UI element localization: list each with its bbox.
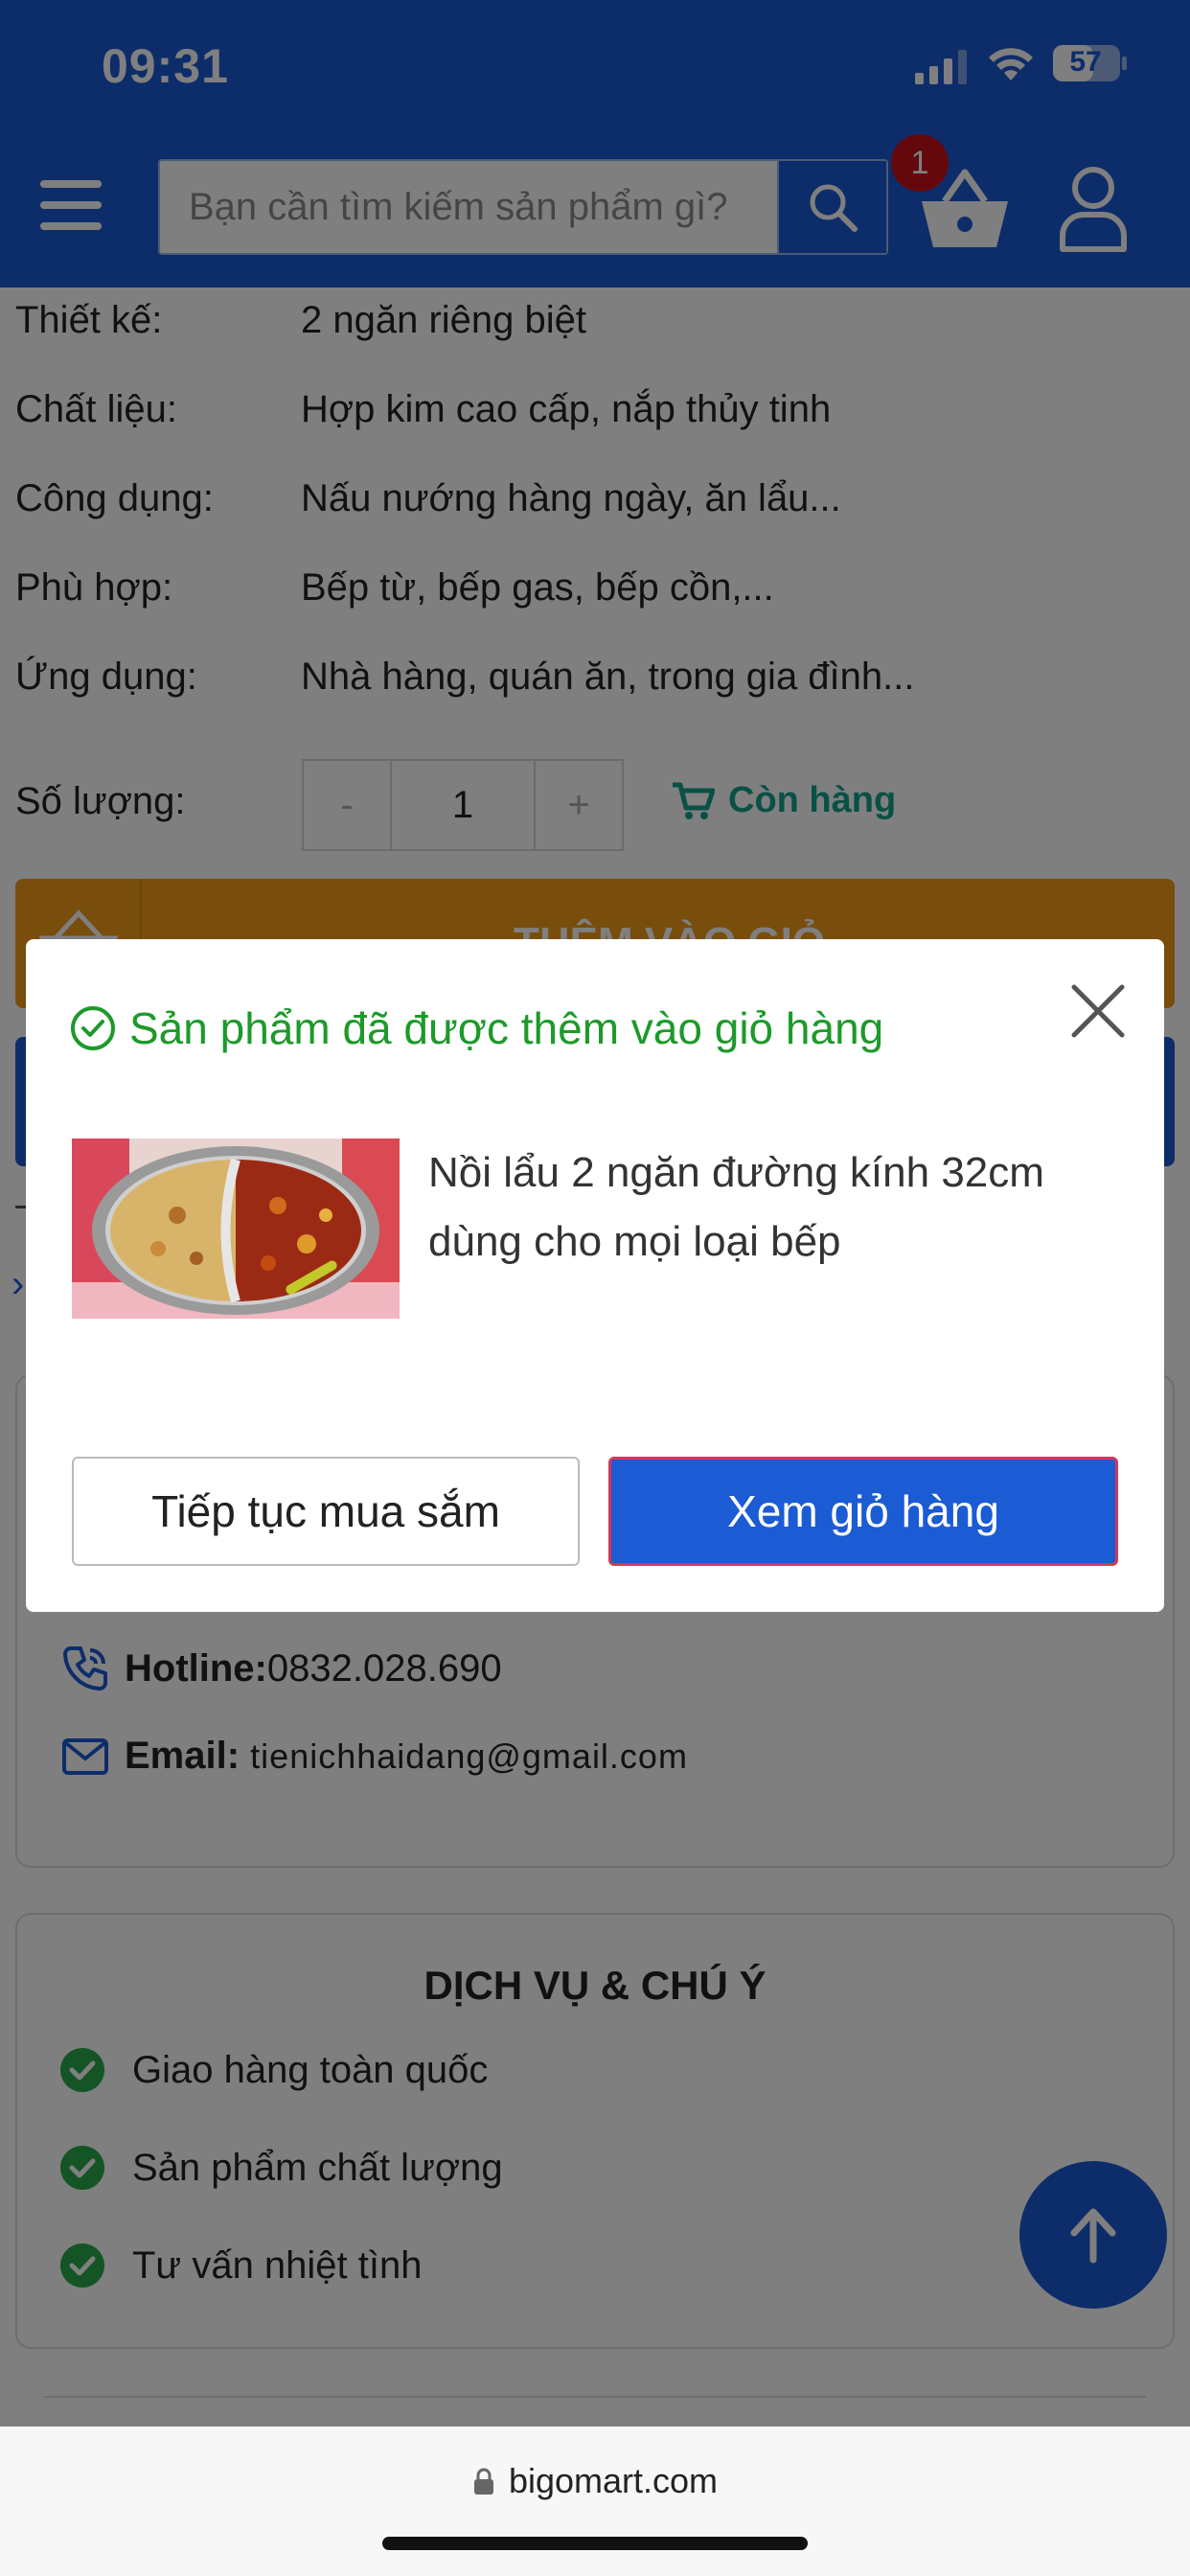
browser-address-bar: bigomart.com	[0, 2426, 1190, 2576]
product-name[interactable]: Nồi lẩu 2 ngăn đường kính 32cm dùng cho …	[428, 1138, 1118, 1276]
modal-header: Sản phẩm đã được thêm vào giỏ hàng	[70, 1002, 883, 1054]
modal-message: Sản phẩm đã được thêm vào giỏ hàng	[129, 1003, 884, 1053]
continue-shopping-button[interactable]: Tiếp tục mua sắm	[72, 1457, 580, 1566]
home-indicator	[382, 2537, 808, 2550]
lock-icon	[473, 2468, 493, 2495]
url-text: bigomart.com	[508, 2461, 719, 2500]
check-circle-outline-icon	[71, 1006, 115, 1050]
close-icon[interactable]	[1064, 978, 1132, 1045]
url-display[interactable]: bigomart.com	[0, 2461, 1190, 2501]
product-image	[72, 1138, 400, 1319]
added-to-cart-modal: Sản phẩm đã được thêm vào giỏ hàng Nồi l…	[26, 939, 1164, 1612]
view-cart-button[interactable]: Xem giỏ hàng	[608, 1457, 1118, 1566]
